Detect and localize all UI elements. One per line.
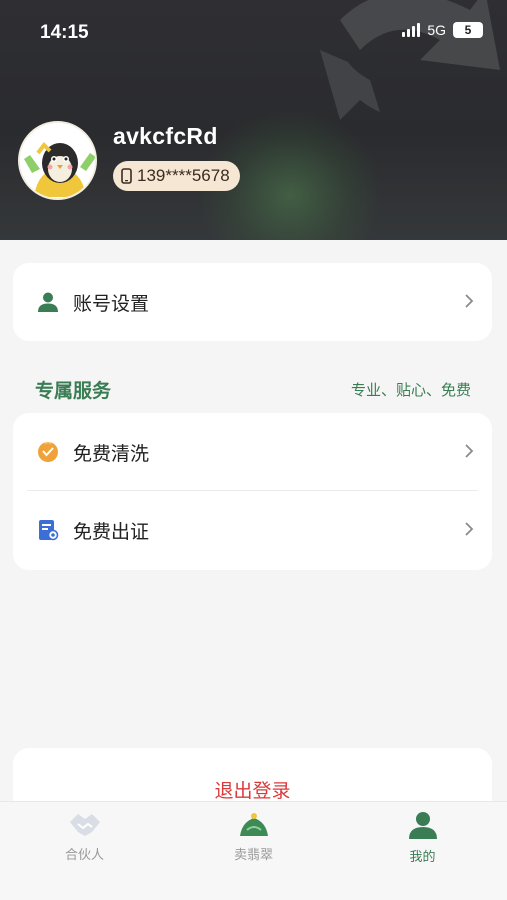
tab-sell-jade[interactable]: 卖翡翠 — [169, 802, 338, 900]
tab-partner[interactable]: 合伙人 — [0, 802, 169, 900]
bottom-tab-bar: 合伙人 卖翡翠 我的 — [0, 801, 507, 900]
chevron-right-icon — [464, 518, 474, 542]
account-settings-row[interactable]: 账号设置 — [13, 263, 492, 341]
certificate-icon — [39, 520, 59, 541]
mobile-phone-icon — [121, 168, 132, 184]
wash-icon — [38, 441, 58, 462]
account-settings-label: 账号设置 — [73, 292, 150, 315]
chevron-right-icon — [464, 290, 474, 314]
profile-header: 14:15 5G 5 avkcfcRd 139****5678 — [0, 0, 507, 240]
tab-label: 卖翡翠 — [233, 848, 273, 863]
tab-label: 合伙人 — [64, 848, 104, 863]
refresh-decoration-icon — [320, 0, 500, 120]
phone-number: 139****5678 — [137, 166, 230, 185]
section-subtitle: 专业、贴心、免费 — [350, 381, 471, 399]
tab-mine[interactable]: 我的 — [338, 802, 507, 900]
section-title: 专属服务 — [35, 380, 112, 402]
account-settings-card: 账号设置 — [13, 263, 492, 341]
user-icon — [408, 812, 437, 839]
signal-icon — [402, 23, 421, 37]
jade-icon — [239, 813, 268, 836]
phone-badge: 139****5678 — [113, 161, 240, 191]
status-indicators: 5G 5 — [402, 22, 483, 38]
network-label: 5G — [427, 22, 446, 38]
service-item-label: 免费出证 — [73, 520, 150, 543]
handshake-icon — [69, 814, 100, 836]
service-item-wash[interactable]: 免费清洗 — [13, 413, 492, 491]
service-item-label: 免费清洗 — [73, 442, 150, 465]
username: avkcfcRd — [113, 123, 218, 149]
service-item-certificate[interactable]: 免费出证 — [13, 491, 492, 569]
avatar[interactable] — [18, 121, 97, 200]
penguin-avatar-icon — [20, 123, 95, 198]
tab-label: 我的 — [409, 850, 436, 865]
services-card: 免费清洗 免费出证 — [13, 413, 492, 570]
user-icon — [38, 292, 58, 312]
status-time: 14:15 — [40, 22, 89, 43]
chevron-right-icon — [464, 440, 474, 464]
battery-icon: 5 — [453, 22, 483, 38]
